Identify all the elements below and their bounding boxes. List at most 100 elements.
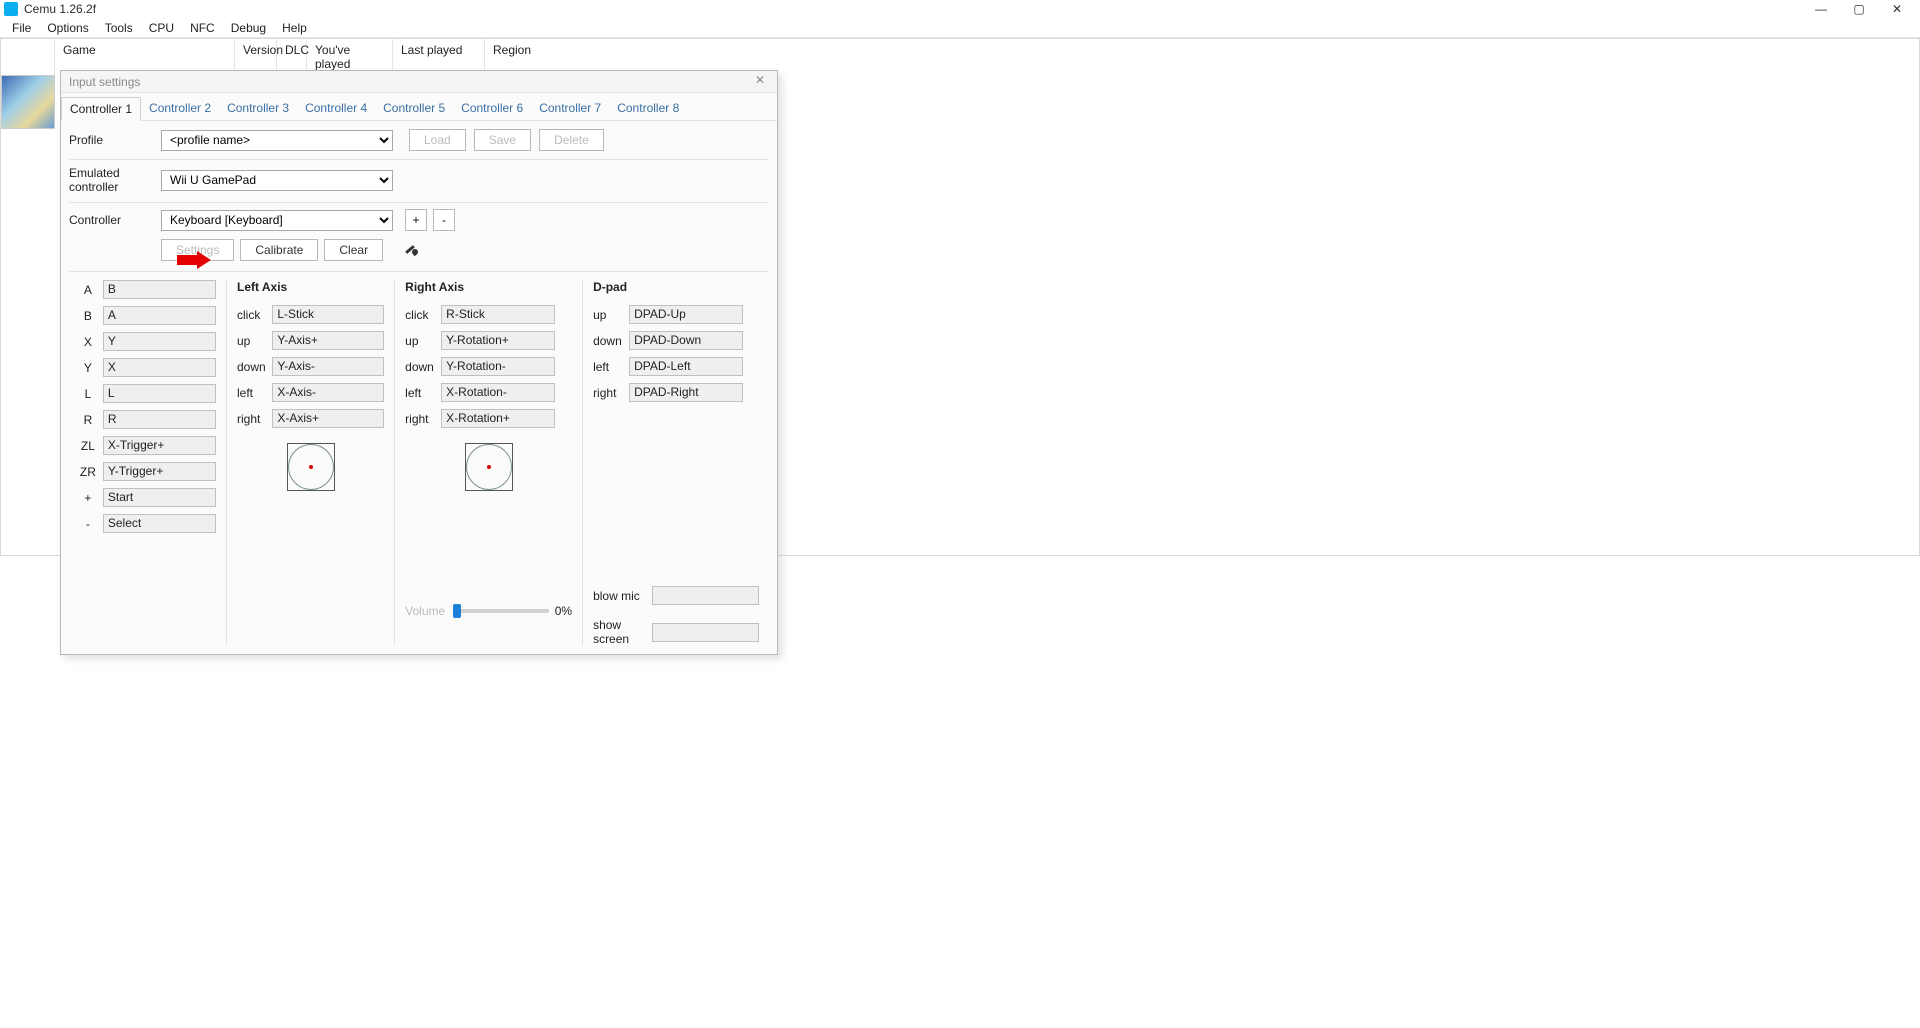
blow-input[interactable] bbox=[652, 586, 759, 605]
map-label: click bbox=[405, 308, 435, 322]
map-line: right X-Rotation+ bbox=[405, 409, 572, 428]
map-line: up DPAD-Up bbox=[593, 305, 759, 324]
controller-tabs: Controller 1 Controller 2 Controller 3 C… bbox=[61, 93, 777, 121]
maximize-button[interactable]: ▢ bbox=[1840, 0, 1878, 18]
map-label: up bbox=[237, 334, 266, 348]
map-input[interactable]: Y-Axis+ bbox=[272, 331, 384, 350]
tab-controller-1[interactable]: Controller 1 bbox=[61, 97, 141, 121]
map-input[interactable]: Y-Trigger+ bbox=[103, 462, 216, 481]
map-input[interactable]: DPAD-Left bbox=[629, 357, 743, 376]
map-input[interactable]: Y bbox=[103, 332, 216, 351]
map-input[interactable]: X-Axis+ bbox=[272, 409, 384, 428]
save-button[interactable]: Save bbox=[474, 129, 531, 151]
map-input[interactable]: Start bbox=[103, 488, 216, 507]
map-input[interactable]: DPAD-Right bbox=[629, 383, 743, 402]
map-label: A bbox=[79, 283, 97, 297]
window-title: Cemu 1.26.2f bbox=[24, 2, 96, 16]
map-label: ZR bbox=[79, 465, 97, 479]
tab-controller-8[interactable]: Controller 8 bbox=[609, 97, 687, 120]
map-label: right bbox=[405, 412, 435, 426]
close-button[interactable]: ✕ bbox=[1878, 0, 1916, 18]
brush-icon[interactable] bbox=[403, 242, 419, 258]
map-line: down Y-Rotation- bbox=[405, 357, 572, 376]
map-line: down Y-Axis- bbox=[237, 357, 384, 376]
tab-controller-3[interactable]: Controller 3 bbox=[219, 97, 297, 120]
menu-file[interactable]: File bbox=[4, 19, 39, 37]
controller-select[interactable]: Keyboard [Keyboard] bbox=[161, 210, 393, 231]
left-stick-visual bbox=[287, 443, 335, 491]
map-input[interactable]: Y-Rotation+ bbox=[441, 331, 555, 350]
menu-options[interactable]: Options bbox=[39, 19, 96, 37]
menu-nfc[interactable]: NFC bbox=[182, 19, 223, 37]
menu-tools[interactable]: Tools bbox=[97, 19, 141, 37]
show-input[interactable] bbox=[652, 623, 759, 642]
volume-label: Volume bbox=[405, 604, 447, 618]
menu-debug[interactable]: Debug bbox=[223, 19, 274, 37]
map-input[interactable]: A bbox=[103, 306, 216, 325]
tab-controller-4[interactable]: Controller 4 bbox=[297, 97, 375, 120]
red-arrow-annotation bbox=[177, 251, 213, 269]
profile-label: Profile bbox=[69, 133, 161, 147]
emulated-controller-select[interactable]: Wii U GamePad bbox=[161, 170, 393, 191]
tab-controller-6[interactable]: Controller 6 bbox=[453, 97, 531, 120]
map-label: X bbox=[79, 335, 97, 349]
profile-select[interactable]: <profile name> bbox=[161, 130, 393, 151]
add-controller-button[interactable]: + bbox=[405, 209, 427, 231]
remove-controller-button[interactable]: - bbox=[433, 209, 455, 231]
map-line: YX bbox=[79, 358, 216, 377]
map-label: down bbox=[405, 360, 435, 374]
load-button[interactable]: Load bbox=[409, 129, 466, 151]
map-label: left bbox=[405, 386, 435, 400]
right-stick-visual bbox=[465, 443, 513, 491]
dialog-title: Input settings bbox=[69, 75, 140, 89]
delete-button[interactable]: Delete bbox=[539, 129, 604, 151]
map-input[interactable]: R-Stick bbox=[441, 305, 555, 324]
menubar: File Options Tools CPU NFC Debug Help bbox=[0, 18, 1920, 38]
game-thumbnail[interactable] bbox=[1, 75, 55, 129]
map-input[interactable]: B bbox=[103, 280, 216, 299]
map-input[interactable]: DPAD-Down bbox=[629, 331, 743, 350]
app-icon bbox=[4, 2, 18, 16]
map-line: click R-Stick bbox=[405, 305, 572, 324]
map-input[interactable]: L bbox=[103, 384, 216, 403]
show-label: show screen bbox=[593, 618, 646, 646]
map-input[interactable]: Y-Rotation- bbox=[441, 357, 555, 376]
map-line: up Y-Axis+ bbox=[237, 331, 384, 350]
volume-slider[interactable] bbox=[453, 609, 549, 613]
dialog-close-button[interactable]: ✕ bbox=[751, 73, 769, 91]
map-label: right bbox=[237, 412, 266, 426]
map-label: click bbox=[237, 308, 266, 322]
map-input[interactable]: X bbox=[103, 358, 216, 377]
map-line: right X-Axis+ bbox=[237, 409, 384, 428]
map-input[interactable]: R bbox=[103, 410, 216, 429]
map-label: + bbox=[79, 491, 97, 505]
menu-help[interactable]: Help bbox=[274, 19, 315, 37]
tab-controller-7[interactable]: Controller 7 bbox=[531, 97, 609, 120]
map-line: right DPAD-Right bbox=[593, 383, 759, 402]
clear-button[interactable]: Clear bbox=[324, 239, 383, 261]
map-label: right bbox=[593, 386, 623, 400]
map-label: up bbox=[593, 308, 623, 322]
map-input[interactable]: X-Rotation- bbox=[441, 383, 555, 402]
map-line: ZLX-Trigger+ bbox=[79, 436, 216, 455]
tab-controller-2[interactable]: Controller 2 bbox=[141, 97, 219, 120]
map-input[interactable]: X-Axis- bbox=[272, 383, 384, 402]
dpad-column: D-pad upDPAD-UpdownDPAD-DownleftDPAD-Lef… bbox=[583, 280, 769, 646]
map-input[interactable]: DPAD-Up bbox=[629, 305, 743, 324]
map-input[interactable]: Select bbox=[103, 514, 216, 533]
minimize-button[interactable]: — bbox=[1802, 0, 1840, 18]
tab-controller-5[interactable]: Controller 5 bbox=[375, 97, 453, 120]
map-line: BA bbox=[79, 306, 216, 325]
map-input[interactable]: L-Stick bbox=[272, 305, 384, 324]
map-input[interactable]: Y-Axis- bbox=[272, 357, 384, 376]
map-label: up bbox=[405, 334, 435, 348]
calibrate-button[interactable]: Calibrate bbox=[240, 239, 318, 261]
map-line: leftX-Axis- bbox=[237, 383, 384, 402]
map-label: down bbox=[237, 360, 266, 374]
map-line: -Select bbox=[79, 514, 216, 533]
map-input[interactable]: X-Rotation+ bbox=[441, 409, 555, 428]
map-input[interactable]: X-Trigger+ bbox=[103, 436, 216, 455]
menu-cpu[interactable]: CPU bbox=[141, 19, 182, 37]
map-label: Y bbox=[79, 361, 97, 375]
emulated-controller-label: Emulated controller bbox=[69, 166, 161, 194]
